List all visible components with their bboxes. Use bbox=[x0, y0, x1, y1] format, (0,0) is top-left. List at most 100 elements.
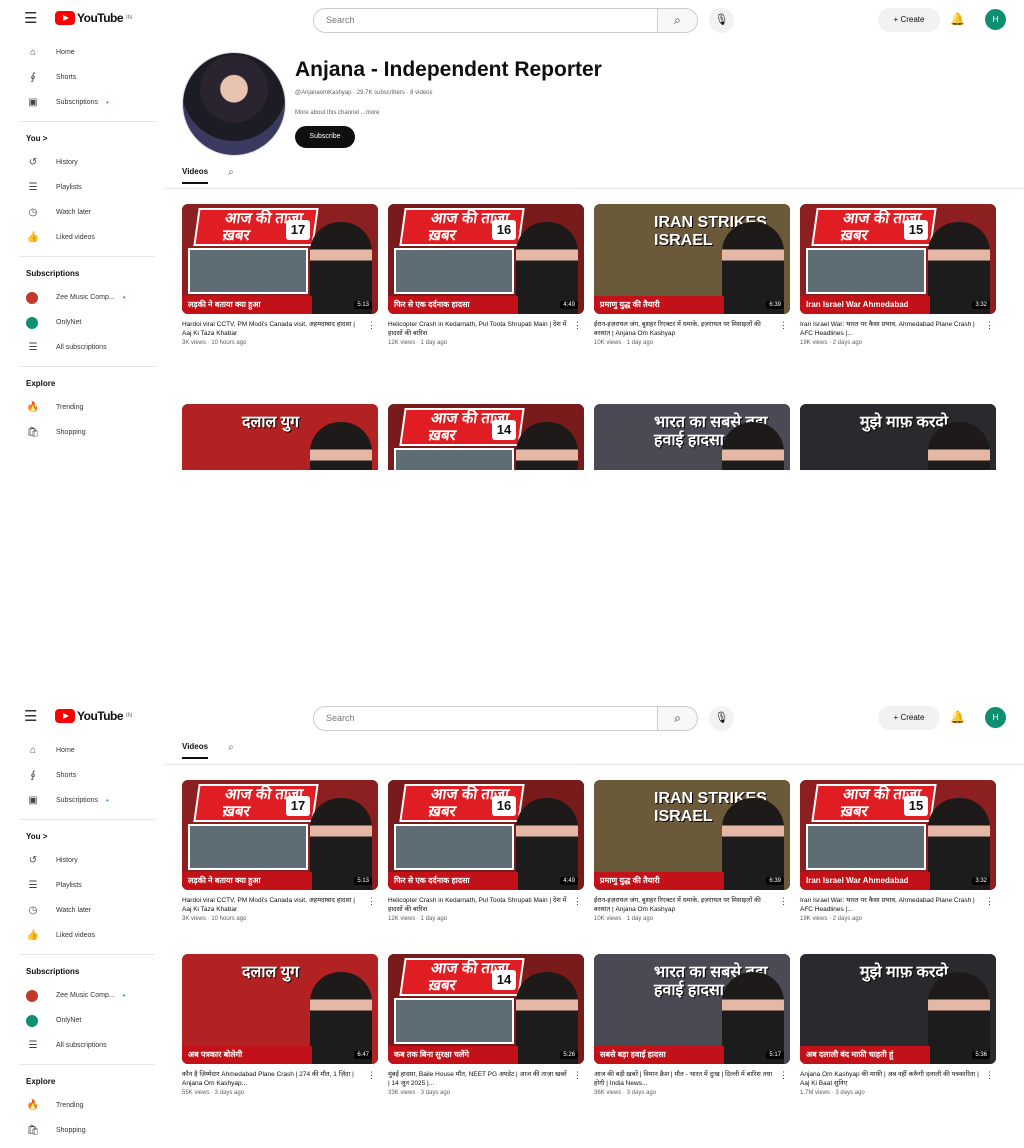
channel-description[interactable]: More about this channel ...more bbox=[295, 110, 379, 116]
video-thumbnail[interactable]: भारत का सबसे बड़ा हवाई हादसासबसे बड़ा हव… bbox=[594, 404, 790, 470]
sidebar-item-shopping[interactable]: 🛍 Shopping bbox=[0, 1118, 160, 1143]
video-thumbnail[interactable]: आज की ताज़ा ख़बर 16 फिर से एक दर्दनाक हादस… bbox=[388, 780, 584, 890]
video-thumbnail[interactable]: आज की ताज़ा ख़बर 15 Iran Israel War Ahmeda… bbox=[800, 780, 996, 890]
video-thumbnail[interactable]: दलाल युगअब पत्रकार बोलेगी bbox=[182, 404, 378, 470]
sidebar-item-onlynet[interactable]: OnlyNet bbox=[0, 1008, 160, 1033]
more-options-icon[interactable]: ⋮ bbox=[573, 896, 582, 907]
sidebar-item-liked-videos[interactable]: 👍 Liked videos bbox=[0, 225, 160, 250]
sidebar-item-shopping[interactable]: 🛍 Shopping bbox=[0, 420, 160, 445]
video-thumbnail[interactable]: आज की ताज़ा ख़बर14कब तक बिना सुरक्षा चले… bbox=[388, 954, 584, 1064]
video-thumbnail[interactable]: मुझे माफ़ करदोअब दलाली बंद माफ़ी चाहती ह… bbox=[800, 954, 996, 1064]
search-input[interactable]: Search bbox=[313, 706, 658, 731]
sidebar-item-subscriptions[interactable]: ▣ Subscriptions • bbox=[0, 788, 160, 813]
video-thumbnail[interactable]: आज की ताज़ा ख़बर14कब तक बिना सुरक्षा चले… bbox=[388, 404, 584, 470]
notifications-icon[interactable]: 🔔 bbox=[950, 710, 965, 724]
video-thumbnail[interactable]: आज की ताज़ा ख़बर 16 फिर से एक दर्दनाक हादस… bbox=[388, 204, 584, 314]
video-card[interactable]: आज की ताज़ा ख़बर 15 Iran Israel War Ahmeda… bbox=[800, 204, 996, 346]
video-title[interactable]: Anjana Om Kashyap की माफ़ी | अब नहीं करू… bbox=[800, 1070, 996, 1088]
more-options-icon[interactable]: ⋮ bbox=[779, 896, 788, 907]
subscribe-button[interactable]: Subscribe bbox=[295, 126, 355, 148]
sidebar-item-shorts[interactable]: ∮ Shorts bbox=[0, 65, 160, 90]
video-card[interactable]: मुझे माफ़ करदोअब दलाली बंद माफ़ी चाहती ह… bbox=[800, 954, 996, 1096]
sidebar-item-history[interactable]: ↺ History bbox=[0, 848, 160, 873]
you-heading[interactable]: You > bbox=[0, 826, 160, 848]
sidebar-item-zee-music-comp[interactable]: Zee Music Comp... • bbox=[0, 285, 160, 310]
youtube-logo[interactable]: YouTube IN bbox=[55, 11, 132, 25]
sidebar-item-liked-videos[interactable]: 👍 Liked videos bbox=[0, 923, 160, 948]
sidebar-item-history[interactable]: ↺ History bbox=[0, 150, 160, 175]
avatar[interactable]: H bbox=[985, 707, 1006, 728]
video-card[interactable]: आज की ताज़ा ख़बर 16 फिर से एक दर्दनाक हादस… bbox=[388, 204, 584, 346]
more-options-icon[interactable]: ⋮ bbox=[367, 320, 376, 331]
sidebar-item-zee-music-comp[interactable]: Zee Music Comp... • bbox=[0, 983, 160, 1008]
video-card[interactable]: IRAN STRIKES ISRAEL प्रमाणु युद्ध की तैया… bbox=[594, 204, 790, 346]
tab-videos[interactable]: Videos bbox=[182, 167, 209, 184]
video-title[interactable]: आज की बड़ी ख़बरें | विमान क्रैश | मौत - … bbox=[594, 1070, 790, 1088]
video-title[interactable]: Hardoi viral CCTV, PM Modi's Canada visi… bbox=[182, 320, 378, 338]
tab-videos[interactable]: Videos bbox=[182, 742, 209, 759]
video-title[interactable]: मुंबई हादसा, Baile House मौत, NEET PG अप… bbox=[388, 1070, 584, 1088]
video-title[interactable]: Iran Israel War: भारत पर कैसा प्रभाव, Ah… bbox=[800, 896, 996, 914]
video-card[interactable]: दलाल युग अब पत्रकार बोलेगी 6:47 कौन है ज़िम… bbox=[182, 954, 378, 1096]
sidebar-item-all-subscriptions[interactable]: ☰ All subscriptions bbox=[0, 335, 160, 360]
video-thumbnail[interactable]: IRAN STRIKES ISRAEL प्रमाणु युद्ध की तैया… bbox=[594, 780, 790, 890]
youtube-logo[interactable]: YouTube IN bbox=[55, 709, 132, 723]
menu-icon[interactable]: ☰ bbox=[24, 709, 40, 724]
video-card[interactable]: आज की ताज़ा ख़बर 17 लड़की ने बताया क्या हु… bbox=[182, 780, 378, 922]
video-card[interactable]: आज की ताज़ा ख़बर 16 फिर से एक दर्दनाक हादस… bbox=[388, 780, 584, 922]
sidebar-item-watch-later[interactable]: ◷ Watch later bbox=[0, 200, 160, 225]
video-card[interactable]: आज की ताज़ा ख़बर 17 लड़की ने बताया क्या हु… bbox=[182, 204, 378, 346]
sidebar-item-trending[interactable]: 🔥 Trending bbox=[0, 395, 160, 420]
avatar[interactable]: H bbox=[985, 9, 1006, 30]
sidebar-item-all-subscriptions[interactable]: ☰ All subscriptions bbox=[0, 1033, 160, 1058]
channel-search-icon[interactable]: ⌕ bbox=[228, 742, 234, 759]
sidebar-item-home[interactable]: ⌂ Home bbox=[0, 738, 160, 763]
more-options-icon[interactable]: ⋮ bbox=[573, 1070, 582, 1081]
search-button[interactable]: ⌕ bbox=[658, 8, 698, 33]
more-options-icon[interactable]: ⋮ bbox=[985, 896, 994, 907]
video-thumbnail[interactable]: मुझे माफ़ करदोअब दलाली बंद माफ़ी चाहती ह… bbox=[800, 404, 996, 470]
video-title[interactable]: कौन है ज़िम्मेदार Ahmedabad Plane Crash … bbox=[182, 1070, 378, 1088]
create-button[interactable]: + Create bbox=[878, 8, 940, 32]
search-input[interactable]: Search bbox=[313, 8, 658, 33]
video-card[interactable]: मुझे माफ़ करदोअब दलाली बंद माफ़ी चाहती ह… bbox=[800, 404, 996, 470]
more-options-icon[interactable]: ⋮ bbox=[779, 320, 788, 331]
video-thumbnail[interactable]: आज की ताज़ा ख़बर 15 Iran Israel War Ahmeda… bbox=[800, 204, 996, 314]
video-card[interactable]: IRAN STRIKES ISRAEL प्रमाणु युद्ध की तैया… bbox=[594, 780, 790, 922]
video-title[interactable]: Helicopter Crash in Kedarnath, Pul Toota… bbox=[388, 896, 584, 914]
you-heading[interactable]: You > bbox=[0, 128, 160, 150]
more-options-icon[interactable]: ⋮ bbox=[573, 320, 582, 331]
video-title[interactable]: Hardoi viral CCTV, PM Modi's Canada visi… bbox=[182, 896, 378, 914]
voice-search-button[interactable]: 🎙 bbox=[709, 8, 734, 33]
video-card[interactable]: भारत का सबसे बड़ा हवाई हादसासबसे बड़ा हव… bbox=[594, 404, 790, 470]
video-title[interactable]: ईरान-इज़रायल जंग, बुशहर रिएक्टर में धमाक… bbox=[594, 320, 790, 338]
sidebar-item-subscriptions[interactable]: ▣ Subscriptions • bbox=[0, 90, 160, 115]
channel-avatar[interactable] bbox=[182, 52, 286, 156]
video-thumbnail[interactable]: आज की ताज़ा ख़बर 17 लड़की ने बताया क्या हु… bbox=[182, 780, 378, 890]
create-button[interactable]: + Create bbox=[878, 706, 940, 730]
more-options-icon[interactable]: ⋮ bbox=[985, 320, 994, 331]
video-thumbnail[interactable]: दलाल युग अब पत्रकार बोलेगी 6:47 bbox=[182, 954, 378, 1064]
menu-icon[interactable]: ☰ bbox=[24, 11, 40, 26]
sidebar-item-onlynet[interactable]: OnlyNet bbox=[0, 310, 160, 335]
video-thumbnail[interactable]: IRAN STRIKES ISRAEL प्रमाणु युद्ध की तैया… bbox=[594, 204, 790, 314]
notifications-icon[interactable]: 🔔 bbox=[950, 12, 965, 26]
video-thumbnail[interactable]: आज की ताज़ा ख़बर 17 लड़की ने बताया क्या हु… bbox=[182, 204, 378, 314]
search-button[interactable]: ⌕ bbox=[658, 706, 698, 731]
video-card[interactable]: भारत का सबसे बड़ा हवाई हादसासबसे बड़ा हव… bbox=[594, 954, 790, 1096]
channel-search-icon[interactable]: ⌕ bbox=[228, 167, 234, 184]
more-options-icon[interactable]: ⋮ bbox=[367, 1070, 376, 1081]
video-card[interactable]: आज की ताज़ा ख़बर14कब तक बिना सुरक्षा चले… bbox=[388, 954, 584, 1096]
video-card[interactable]: आज की ताज़ा ख़बर 15 Iran Israel War Ahmeda… bbox=[800, 780, 996, 922]
more-options-icon[interactable]: ⋮ bbox=[985, 1070, 994, 1081]
sidebar-item-playlists[interactable]: ☰ Playlists bbox=[0, 873, 160, 898]
voice-search-button[interactable]: 🎙 bbox=[709, 706, 734, 731]
video-title[interactable]: ईरान-इज़रायल जंग, बुशहर रिएक्टर में धमाक… bbox=[594, 896, 790, 914]
sidebar-item-home[interactable]: ⌂ Home bbox=[0, 40, 160, 65]
video-card[interactable]: आज की ताज़ा ख़बर14कब तक बिना सुरक्षा चले… bbox=[388, 404, 584, 470]
sidebar-item-watch-later[interactable]: ◷ Watch later bbox=[0, 898, 160, 923]
video-title[interactable]: Helicopter Crash in Kedarnath, Pul Toota… bbox=[388, 320, 584, 338]
sidebar-item-shorts[interactable]: ∮ Shorts bbox=[0, 763, 160, 788]
video-thumbnail[interactable]: भारत का सबसे बड़ा हवाई हादसासबसे बड़ा हव… bbox=[594, 954, 790, 1064]
more-options-icon[interactable]: ⋮ bbox=[779, 1070, 788, 1081]
